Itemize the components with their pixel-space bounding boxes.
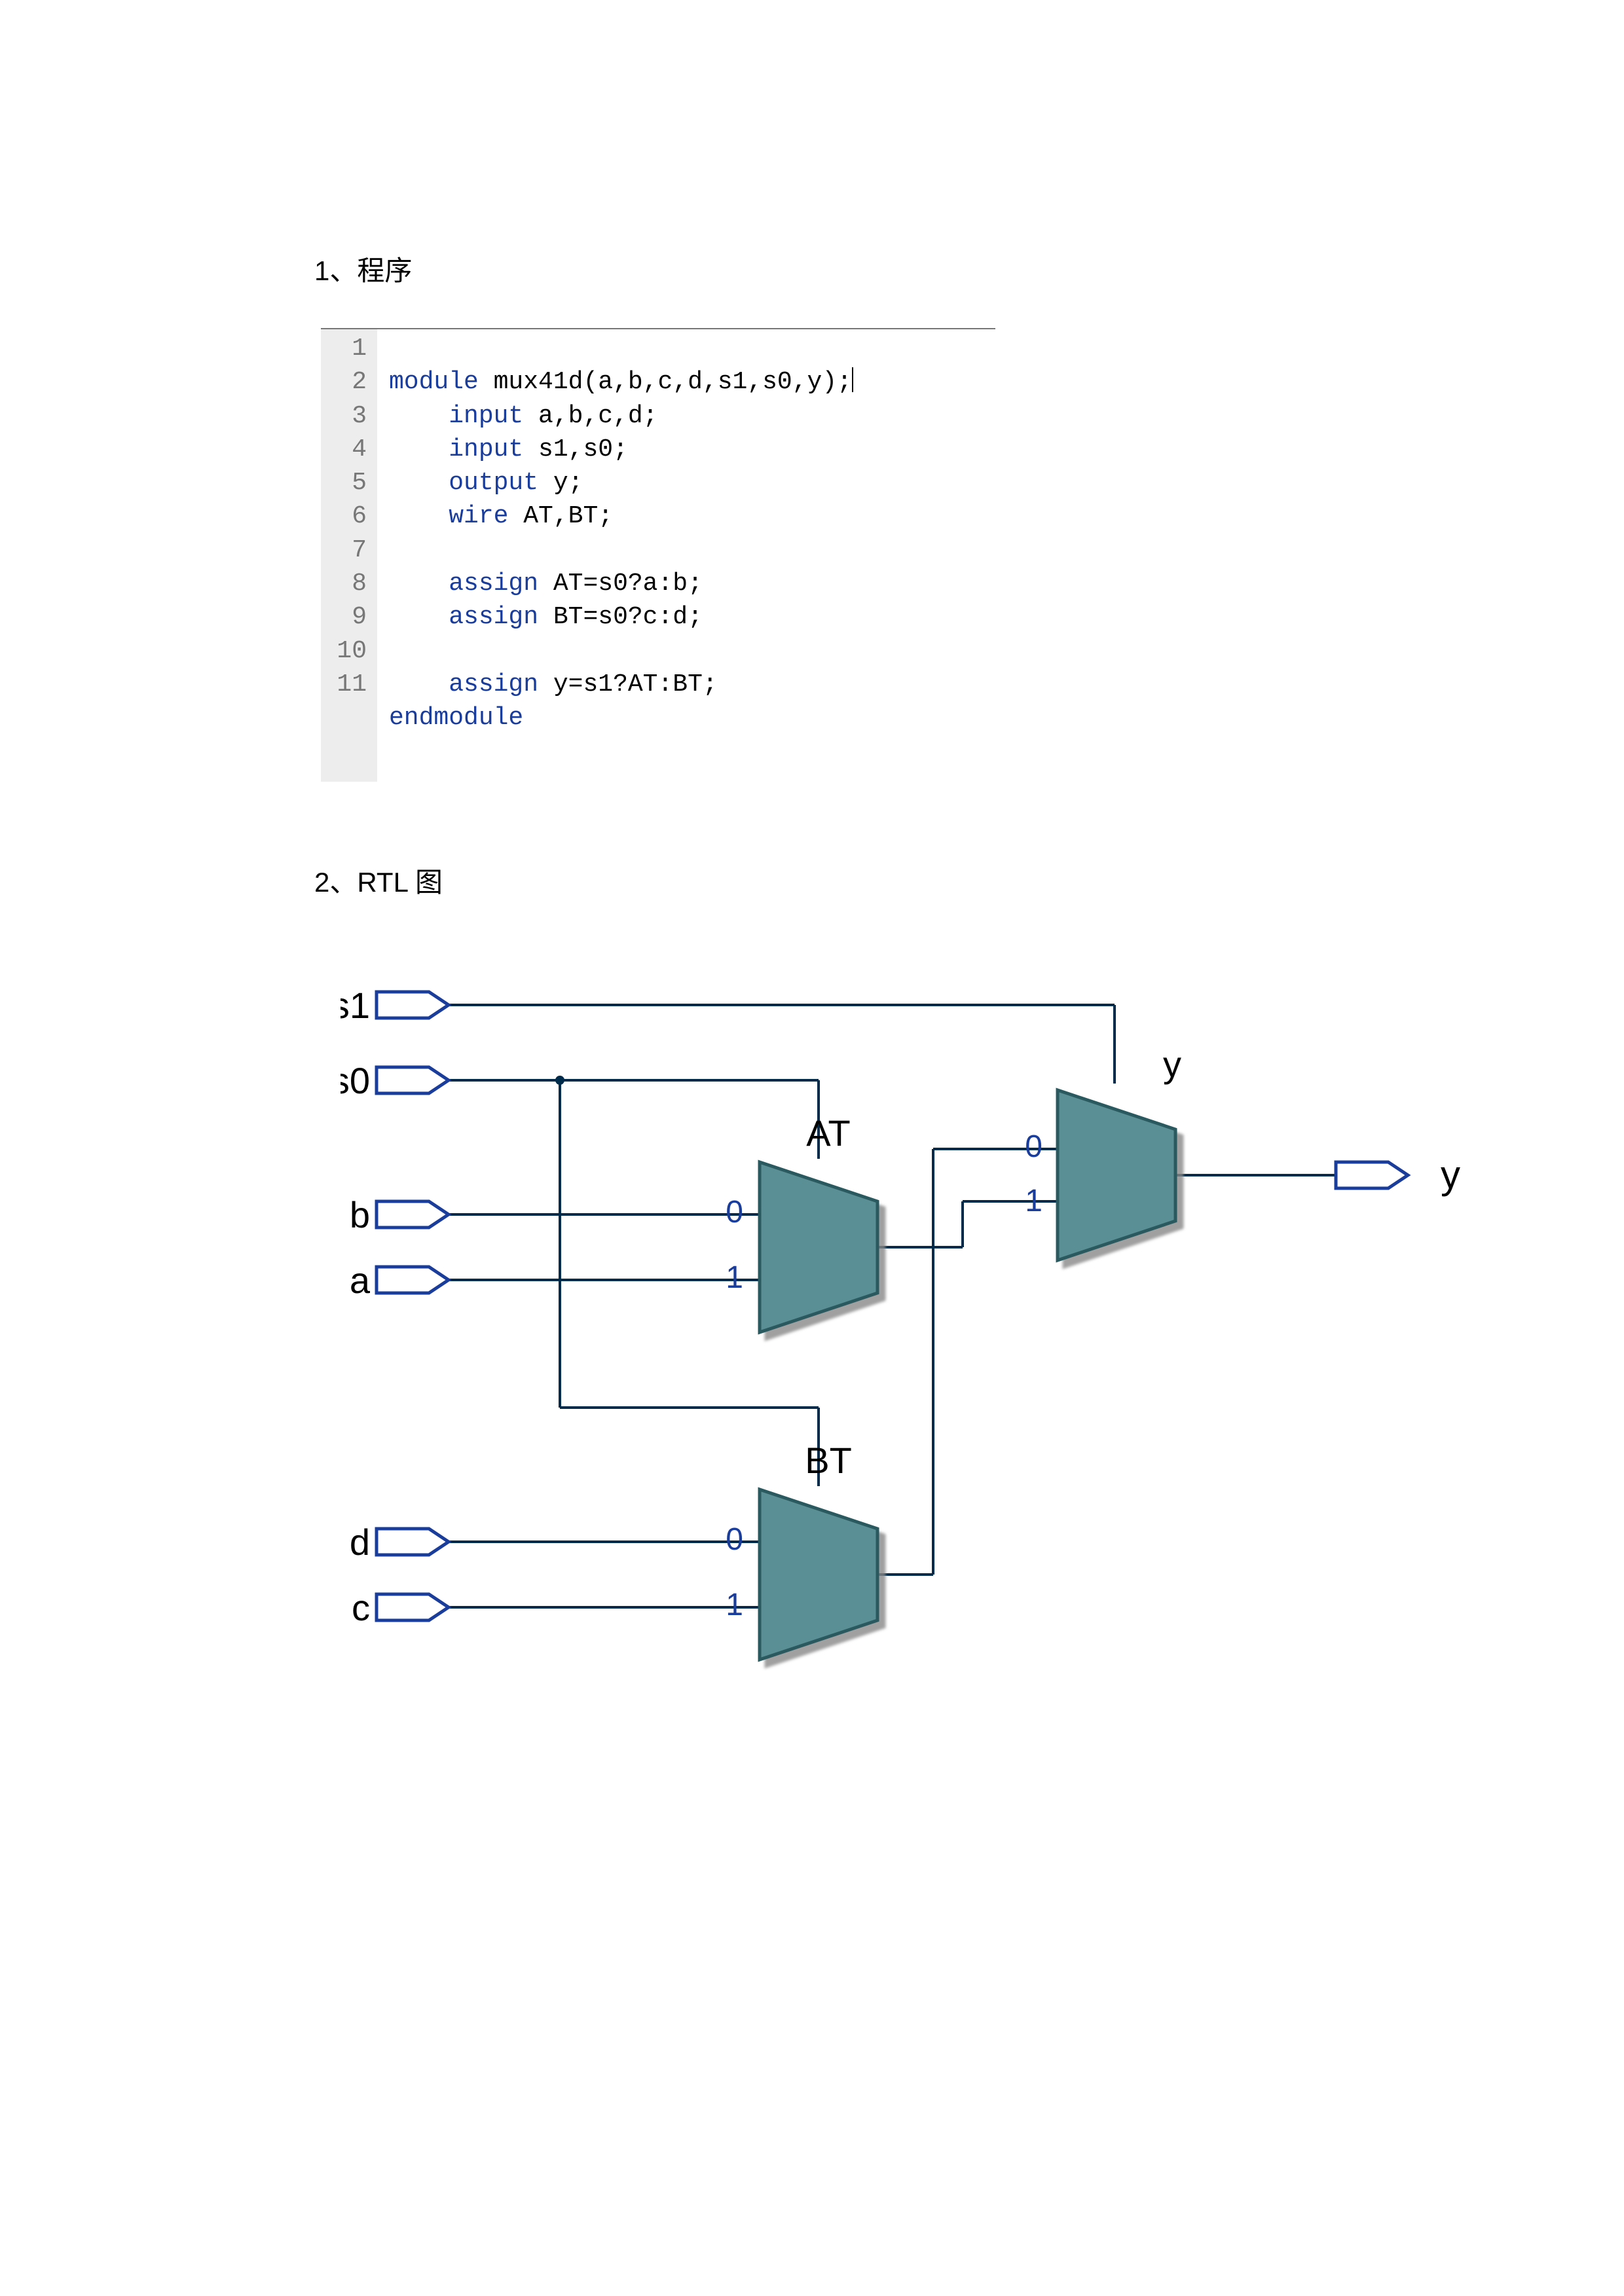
mux-y-in0: 0 (1025, 1129, 1043, 1164)
line-number: 3 (331, 399, 367, 433)
code-gutter: 1 2 3 4 5 6 7 8 9 10 11 (321, 329, 377, 782)
kw-endmodule: endmodule (389, 704, 523, 732)
kw-input: input (449, 402, 523, 430)
code-lines: module mux41d(a,b,c,d,s1,s0,y); input a,… (377, 329, 860, 782)
line-number: 1 (331, 332, 367, 365)
rtl-svg: s1 s0 b a d c y AT 0 1 BT 0 1 (341, 966, 1486, 1719)
label-s0: s0 (341, 1060, 370, 1101)
port-s0 (377, 1067, 449, 1093)
code-text: s1,s0; (523, 435, 628, 464)
kw-assign: assign (449, 603, 538, 631)
code-line: assign y=s1?AT:BT; (389, 670, 718, 699)
code-line: input s1,s0; (389, 435, 628, 464)
port-a (377, 1267, 449, 1293)
text-cursor (852, 367, 853, 392)
line-number: 9 (331, 600, 367, 634)
mux-at-label: AT (806, 1112, 850, 1154)
code-line (389, 536, 404, 564)
mux-y-in1: 1 (1025, 1184, 1043, 1218)
code-line: assign BT=s0?c:d; (389, 603, 703, 631)
port-s1 (377, 992, 449, 1018)
mux-bt-in0: 0 (726, 1522, 743, 1557)
line-number: 4 (331, 433, 367, 466)
mux-at-in1: 1 (726, 1260, 743, 1295)
kw-output: output (449, 469, 538, 497)
section-heading-program: 1、程序 (314, 249, 1329, 289)
mux-bt-in1: 1 (726, 1588, 743, 1622)
code-line: input a,b,c,d; (389, 402, 657, 430)
mux-bt: BT 0 1 (726, 1440, 877, 1660)
line-number: 11 (331, 668, 367, 701)
rtl-diagram: s1 s0 b a d c y AT 0 1 BT 0 1 (341, 966, 1329, 1722)
label-d: d (350, 1522, 370, 1563)
line-number: 8 (331, 567, 367, 600)
code-line: module mux41d(a,b,c,d,s1,s0,y); (389, 368, 853, 396)
kw-input: input (449, 435, 523, 464)
label-c: c (352, 1587, 370, 1628)
line-number: 5 (331, 466, 367, 500)
port-b (377, 1201, 449, 1228)
mux-y-label: y (1163, 1044, 1181, 1085)
mux-y: y 0 1 (1025, 1044, 1181, 1260)
code-text: a,b,c,d; (523, 402, 657, 430)
code-text: mux41d(a,b,c,d,s1,s0,y); (479, 368, 852, 396)
port-y-out (1336, 1162, 1408, 1188)
line-number: 10 (331, 634, 367, 668)
code-line (389, 637, 404, 665)
port-c (377, 1594, 449, 1620)
port-d (377, 1529, 449, 1555)
code-line: output y; (389, 469, 583, 497)
kw-wire: wire (449, 502, 508, 530)
code-text: AT,BT; (508, 502, 613, 530)
code-line: wire AT,BT; (389, 502, 613, 530)
code-block: 1 2 3 4 5 6 7 8 9 10 11 module mux41d(a,… (321, 328, 995, 782)
mux-at-in0: 0 (726, 1195, 743, 1230)
mux-bt-label: BT (805, 1440, 852, 1481)
code-text: y; (538, 469, 583, 497)
kw-module: module (389, 368, 479, 396)
code-line: assign AT=s0?a:b; (389, 570, 703, 598)
label-b: b (350, 1194, 370, 1235)
line-number: 6 (331, 500, 367, 533)
section-heading-rtl: 2、RTL 图 (314, 860, 1329, 900)
line-number: 2 (331, 365, 367, 399)
label-s1: s1 (341, 985, 370, 1026)
label-a: a (350, 1260, 371, 1301)
line-number: 7 (331, 534, 367, 567)
code-line: endmodule (389, 704, 523, 732)
code-text: AT=s0?a:b; (538, 570, 703, 598)
code-text: BT=s0?c:d; (538, 603, 703, 631)
kw-assign: assign (449, 570, 538, 598)
code-text: y=s1?AT:BT; (538, 670, 718, 699)
label-y-out: y (1441, 1153, 1460, 1197)
mux-at: AT 0 1 (726, 1112, 877, 1332)
kw-assign: assign (449, 670, 538, 699)
